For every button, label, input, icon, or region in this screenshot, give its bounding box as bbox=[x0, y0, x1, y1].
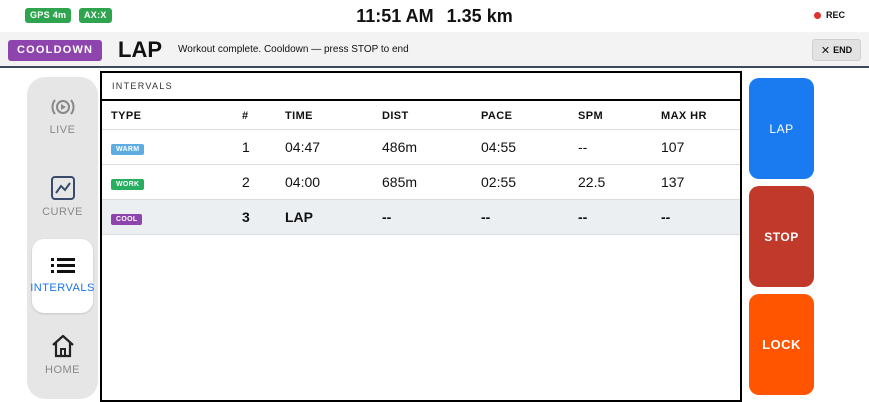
broadcast-icon bbox=[50, 99, 75, 115]
nav-label-live: LIVE bbox=[49, 124, 76, 136]
recording-indicator: REC bbox=[813, 10, 845, 20]
nav-label-home: HOME bbox=[45, 364, 80, 376]
cell-spm: -- bbox=[578, 129, 661, 165]
table-row-current: COOL 3 LAP -- -- -- -- bbox=[102, 199, 740, 235]
cell-pace: -- bbox=[481, 199, 578, 235]
sidebar-nav: LIVE CURVE INTERVALS HOME bbox=[27, 77, 98, 399]
col-pace: PACE bbox=[481, 101, 578, 130]
header-bar: COOLDOWN LAP Workout complete. Cooldown … bbox=[0, 32, 869, 68]
list-icon bbox=[50, 258, 75, 273]
col-dist: DIST bbox=[382, 101, 481, 130]
cell-maxhr: 137 bbox=[661, 164, 740, 200]
close-icon: ✕ bbox=[820, 44, 831, 57]
end-button[interactable]: ✕ END bbox=[812, 39, 861, 61]
table-row: WORK 2 04:00 685m 02:55 22.5 137 bbox=[102, 164, 740, 200]
nav-item-intervals[interactable]: INTERVALS bbox=[30, 239, 95, 313]
nav-item-live[interactable]: LIVE bbox=[27, 95, 98, 136]
nav-item-home[interactable]: HOME bbox=[27, 333, 98, 376]
cell-time: LAP bbox=[285, 199, 382, 235]
col-maxhr: MAX HR bbox=[661, 101, 740, 130]
table-row: WARM 1 04:47 486m 04:55 -- 107 bbox=[102, 129, 740, 165]
cell-spm: 22.5 bbox=[578, 164, 661, 200]
cell-time: 04:00 bbox=[285, 164, 382, 200]
cell-dist: 486m bbox=[382, 129, 481, 165]
lock-button[interactable]: LOCK bbox=[749, 294, 814, 395]
cell-pace: 04:55 bbox=[481, 129, 578, 165]
stop-button[interactable]: STOP bbox=[749, 186, 814, 287]
cell-maxhr: -- bbox=[661, 199, 740, 235]
type-tag: WARM bbox=[111, 144, 145, 155]
status-message: Workout complete. Cooldown — press STOP … bbox=[178, 44, 409, 55]
col-time: TIME bbox=[285, 101, 382, 130]
panel-title: INTERVALS bbox=[102, 73, 740, 101]
intervals-panel: INTERVALS TYPE # TIME DIST PACE SPM MAX … bbox=[100, 71, 742, 402]
cell-num: 3 bbox=[242, 199, 285, 235]
cell-time: 04:47 bbox=[285, 129, 382, 165]
chart-curve-icon bbox=[50, 176, 75, 200]
type-tag: COOL bbox=[111, 214, 143, 225]
end-label: END bbox=[833, 45, 853, 55]
cell-num: 2 bbox=[242, 164, 285, 200]
time-text: 11:51 AM bbox=[356, 6, 434, 26]
home-icon bbox=[51, 334, 74, 358]
rec-label: REC bbox=[825, 10, 845, 20]
nav-label-curve: CURVE bbox=[42, 206, 83, 218]
nav-label-intervals: INTERVALS bbox=[30, 282, 95, 294]
cell-dist: 685m bbox=[382, 164, 481, 200]
clock-readout: 11:51 AM 1.35 km bbox=[0, 6, 869, 27]
page-title: LAP bbox=[118, 37, 162, 62]
cell-dist: -- bbox=[382, 199, 481, 235]
cell-spm: -- bbox=[578, 199, 661, 235]
intervals-table: TYPE # TIME DIST PACE SPM MAX HR WARM 1 … bbox=[102, 101, 740, 235]
distance-text: 1.35 km bbox=[446, 6, 513, 26]
nav-item-curve[interactable]: CURVE bbox=[27, 175, 98, 218]
rec-dot-icon bbox=[813, 11, 821, 19]
type-tag: WORK bbox=[111, 179, 145, 190]
cell-maxhr: 107 bbox=[661, 129, 740, 165]
phase-badge: COOLDOWN bbox=[8, 40, 103, 61]
col-spm: SPM bbox=[578, 101, 661, 130]
status-bar: GPS 4m AX:X 11:51 AM 1.35 km REC bbox=[0, 0, 869, 32]
lap-button[interactable]: LAP bbox=[749, 78, 814, 179]
col-num: # bbox=[242, 101, 285, 130]
cell-pace: 02:55 bbox=[481, 164, 578, 200]
table-header-row: TYPE # TIME DIST PACE SPM MAX HR bbox=[102, 101, 740, 130]
col-type: TYPE bbox=[102, 101, 242, 130]
cell-num: 1 bbox=[242, 129, 285, 165]
